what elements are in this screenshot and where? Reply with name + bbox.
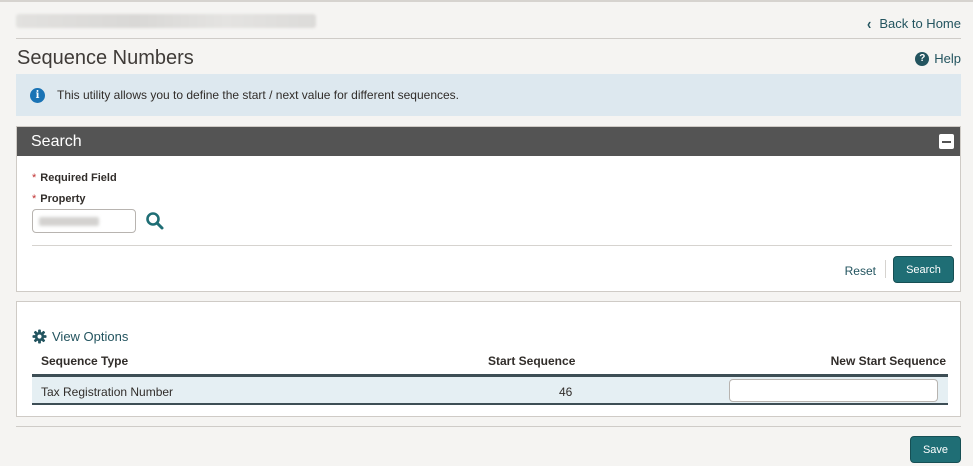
back-to-home-link[interactable]: ‹ Back to Home [867,14,961,33]
info-banner: i This utility allows you to define the … [16,74,961,116]
required-field-note: * Required Field [32,172,117,184]
info-message: This utility allows you to define the st… [57,88,459,102]
breadcrumb[interactable] [16,14,316,28]
table-row: Tax Registration Number 46 [32,377,948,405]
column-header-sequence-type[interactable]: Sequence Type [41,354,128,368]
search-panel: Search * Required Field * Property Reset S… [16,126,961,292]
divider [16,38,961,39]
info-icon: i [30,87,45,103]
gear-icon [32,329,47,344]
save-button[interactable]: Save [910,436,961,463]
start-sequence-cell: 46 [559,385,573,399]
column-header-new-start-sequence[interactable]: New Start Sequence [831,354,946,368]
help-icon: ? [915,51,930,66]
sequence-type-cell: Tax Registration Number [41,385,174,399]
search-button[interactable]: Search [893,256,954,283]
view-options-label: View Options [52,329,129,344]
help-label: Help [934,51,961,66]
reset-link[interactable]: Reset [845,264,876,278]
collapse-icon[interactable] [939,134,954,149]
divider [16,426,961,427]
search-panel-header: Search [17,127,960,156]
column-header-start-sequence[interactable]: Start Sequence [488,354,575,368]
required-star-icon: * [32,193,37,205]
divider [32,245,952,246]
results-panel: View Options Sequence Type Start Sequenc… [16,301,961,417]
property-label: * Property [32,193,86,205]
chevron-left-icon: ‹ [867,14,872,33]
page-title: Sequence Numbers [17,47,194,69]
back-to-home-label: Back to Home [879,16,961,31]
search-icon[interactable] [145,211,165,231]
search-panel-title: Search [31,132,82,150]
required-star-icon: * [32,172,37,184]
property-input[interactable] [32,209,136,233]
view-options-link[interactable]: View Options [32,329,128,344]
divider [885,260,886,278]
new-start-sequence-input[interactable] [729,379,938,402]
help-link[interactable]: ? Help [915,51,961,66]
